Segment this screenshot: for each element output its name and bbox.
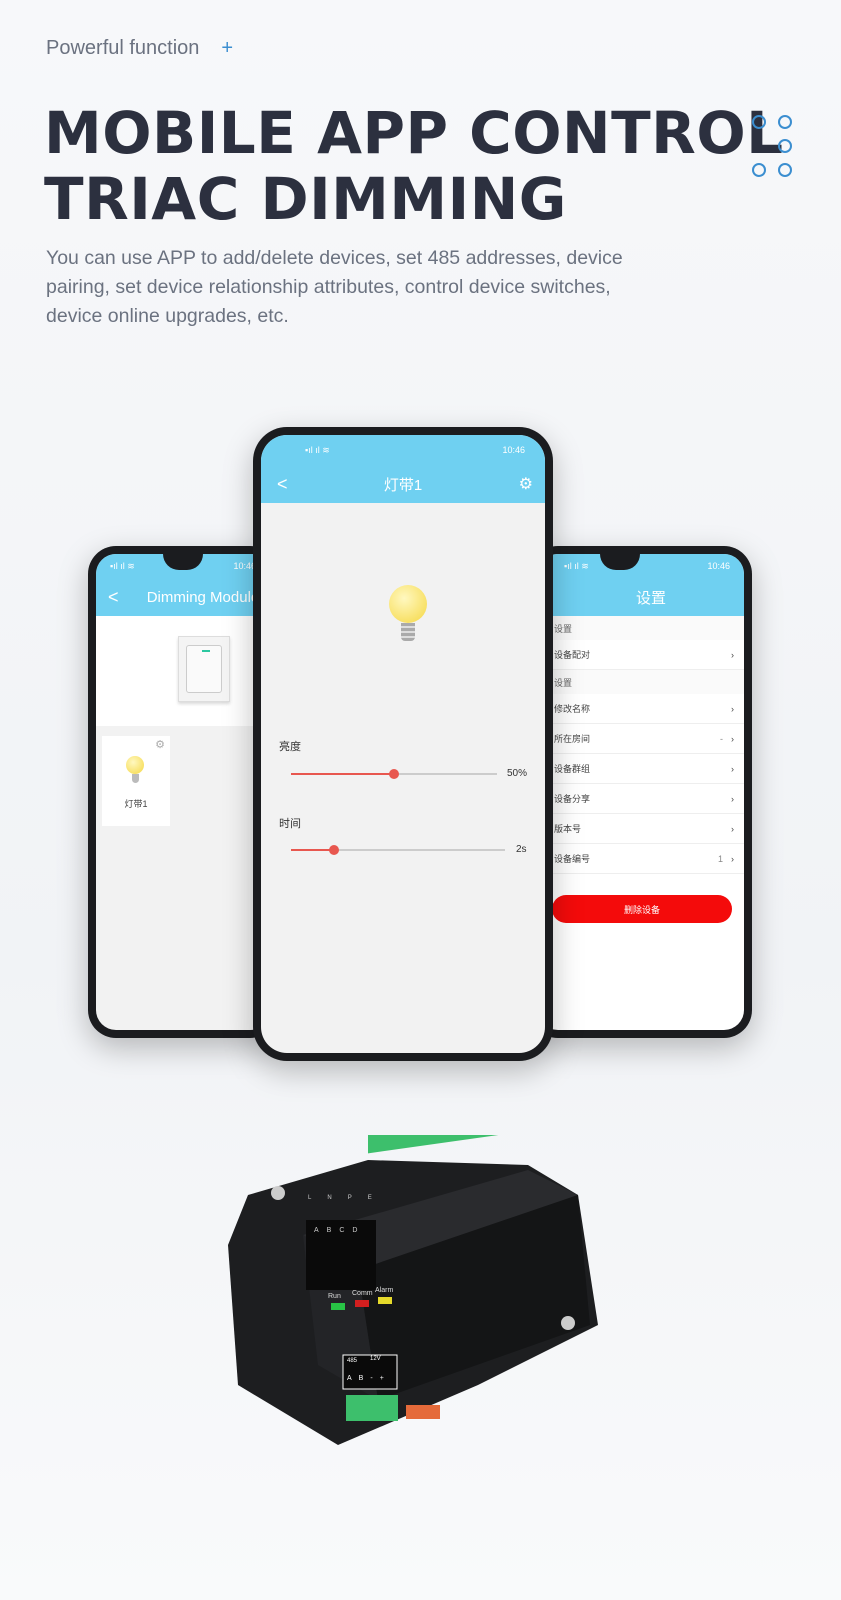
- row-label: 所在房间: [554, 734, 591, 744]
- row-value: 1: [717, 853, 723, 864]
- row-label: 设备编号: [554, 854, 591, 864]
- channel-labels: ABCD: [314, 1227, 366, 1234]
- port-485-label: 485: [347, 1358, 358, 1364]
- switch-panel: [96, 616, 270, 726]
- row-label: 设备分享: [554, 794, 591, 804]
- settings-row[interactable]: 修改名称 ›: [552, 694, 744, 724]
- left-phone: ▪ıl ıl ≋ 10:46 < Dimming Module ⚙ 灯带1: [88, 546, 278, 1038]
- row-label: 设备群组: [554, 764, 591, 774]
- pin-labels: AB-+: [347, 1375, 391, 1382]
- chevron-right-icon: ›: [731, 793, 734, 804]
- chevron-right-icon: ›: [731, 649, 734, 660]
- status-bar: ▪ıl ıl ≋ 10:46: [305, 444, 525, 456]
- section-header: 设置: [552, 616, 744, 640]
- chevron-right-icon: ›: [731, 823, 734, 834]
- title-line-1: MOBILE APP CONTROL: [44, 99, 784, 167]
- settings-row[interactable]: 所在房间 - ›: [552, 724, 744, 754]
- settings-row[interactable]: 设备分享 ›: [552, 784, 744, 814]
- decorative-dots-icon: [752, 115, 796, 181]
- dimming-module-device: Run Comm Alarm ABCD 485 12V AB-+ LNPE: [228, 1102, 600, 1445]
- kicker: Powerful function +: [46, 37, 233, 60]
- gear-icon[interactable]: ⚙: [519, 474, 533, 494]
- center-phone: ▪ıl ıl ≋ 10:46 < 灯带1 ⚙ 亮度 50% 时间 2s: [253, 427, 553, 1061]
- section-header: 设置: [552, 670, 744, 694]
- screen-title: 设置: [635, 589, 666, 607]
- chevron-right-icon: ›: [731, 853, 734, 864]
- settings-row[interactable]: 设备群组 ›: [552, 754, 744, 784]
- settings-row[interactable]: 版本号 ›: [552, 814, 744, 844]
- port-12v-label: 12V: [370, 1356, 381, 1362]
- gear-icon[interactable]: ⚙: [155, 738, 165, 751]
- brightness-value: 50%: [507, 768, 528, 779]
- terminal-labels: LNPE: [308, 1195, 388, 1201]
- row-label: 修改名称: [554, 704, 591, 714]
- time-slider[interactable]: [291, 845, 505, 855]
- screen-title: Dimming Module: [146, 588, 260, 606]
- back-button[interactable]: <: [277, 474, 288, 495]
- time-label: 时间: [279, 818, 301, 830]
- row-value: -: [720, 733, 723, 744]
- kicker-text: Powerful function: [46, 37, 200, 59]
- chevron-right-icon: ›: [731, 703, 734, 714]
- brightness-slider[interactable]: [291, 769, 497, 779]
- time-value: 2s: [516, 844, 527, 855]
- delete-device-button[interactable]: 删除设备: [552, 895, 732, 923]
- device-card-label: 灯带1: [124, 799, 148, 809]
- row-label: 版本号: [554, 824, 582, 834]
- screen-title: 灯带1: [383, 476, 423, 494]
- page-title: MOBILE APP CONTROL TRIAC DIMMING: [44, 100, 784, 232]
- chevron-right-icon: ›: [731, 763, 734, 774]
- wall-switch-icon[interactable]: [178, 636, 230, 702]
- status-time: 10:46: [707, 561, 730, 571]
- settings-row[interactable]: 设备编号 1 ›: [552, 844, 744, 874]
- status-time: 10:46: [502, 445, 525, 455]
- back-button[interactable]: <: [108, 587, 119, 608]
- led-label-alarm: Alarm: [375, 1287, 394, 1294]
- right-phone: ▪ıl ıl ≋ 10:46 设置 设置 设备配对 › 设置 修改名称 › 所在房间 -…: [530, 546, 752, 1038]
- chevron-right-icon: ›: [731, 733, 734, 744]
- brightness-label: 亮度: [279, 741, 301, 753]
- bulb-icon: [126, 756, 144, 783]
- bulb-icon: [389, 585, 427, 641]
- status-bar: ▪ıl ıl ≋ 10:46: [564, 560, 730, 572]
- plus-icon: +: [221, 37, 234, 59]
- device-card[interactable]: ⚙ 灯带1: [102, 736, 170, 826]
- row-label: 设备配对: [554, 650, 591, 660]
- description: You can use APP to add/delete devices, s…: [46, 247, 623, 327]
- led-label-run: Run: [328, 1293, 341, 1300]
- led-label-comm: Comm: [352, 1290, 373, 1297]
- title-line-2: TRIAC DIMMING: [44, 165, 567, 233]
- settings-row[interactable]: 设备配对 ›: [552, 640, 744, 670]
